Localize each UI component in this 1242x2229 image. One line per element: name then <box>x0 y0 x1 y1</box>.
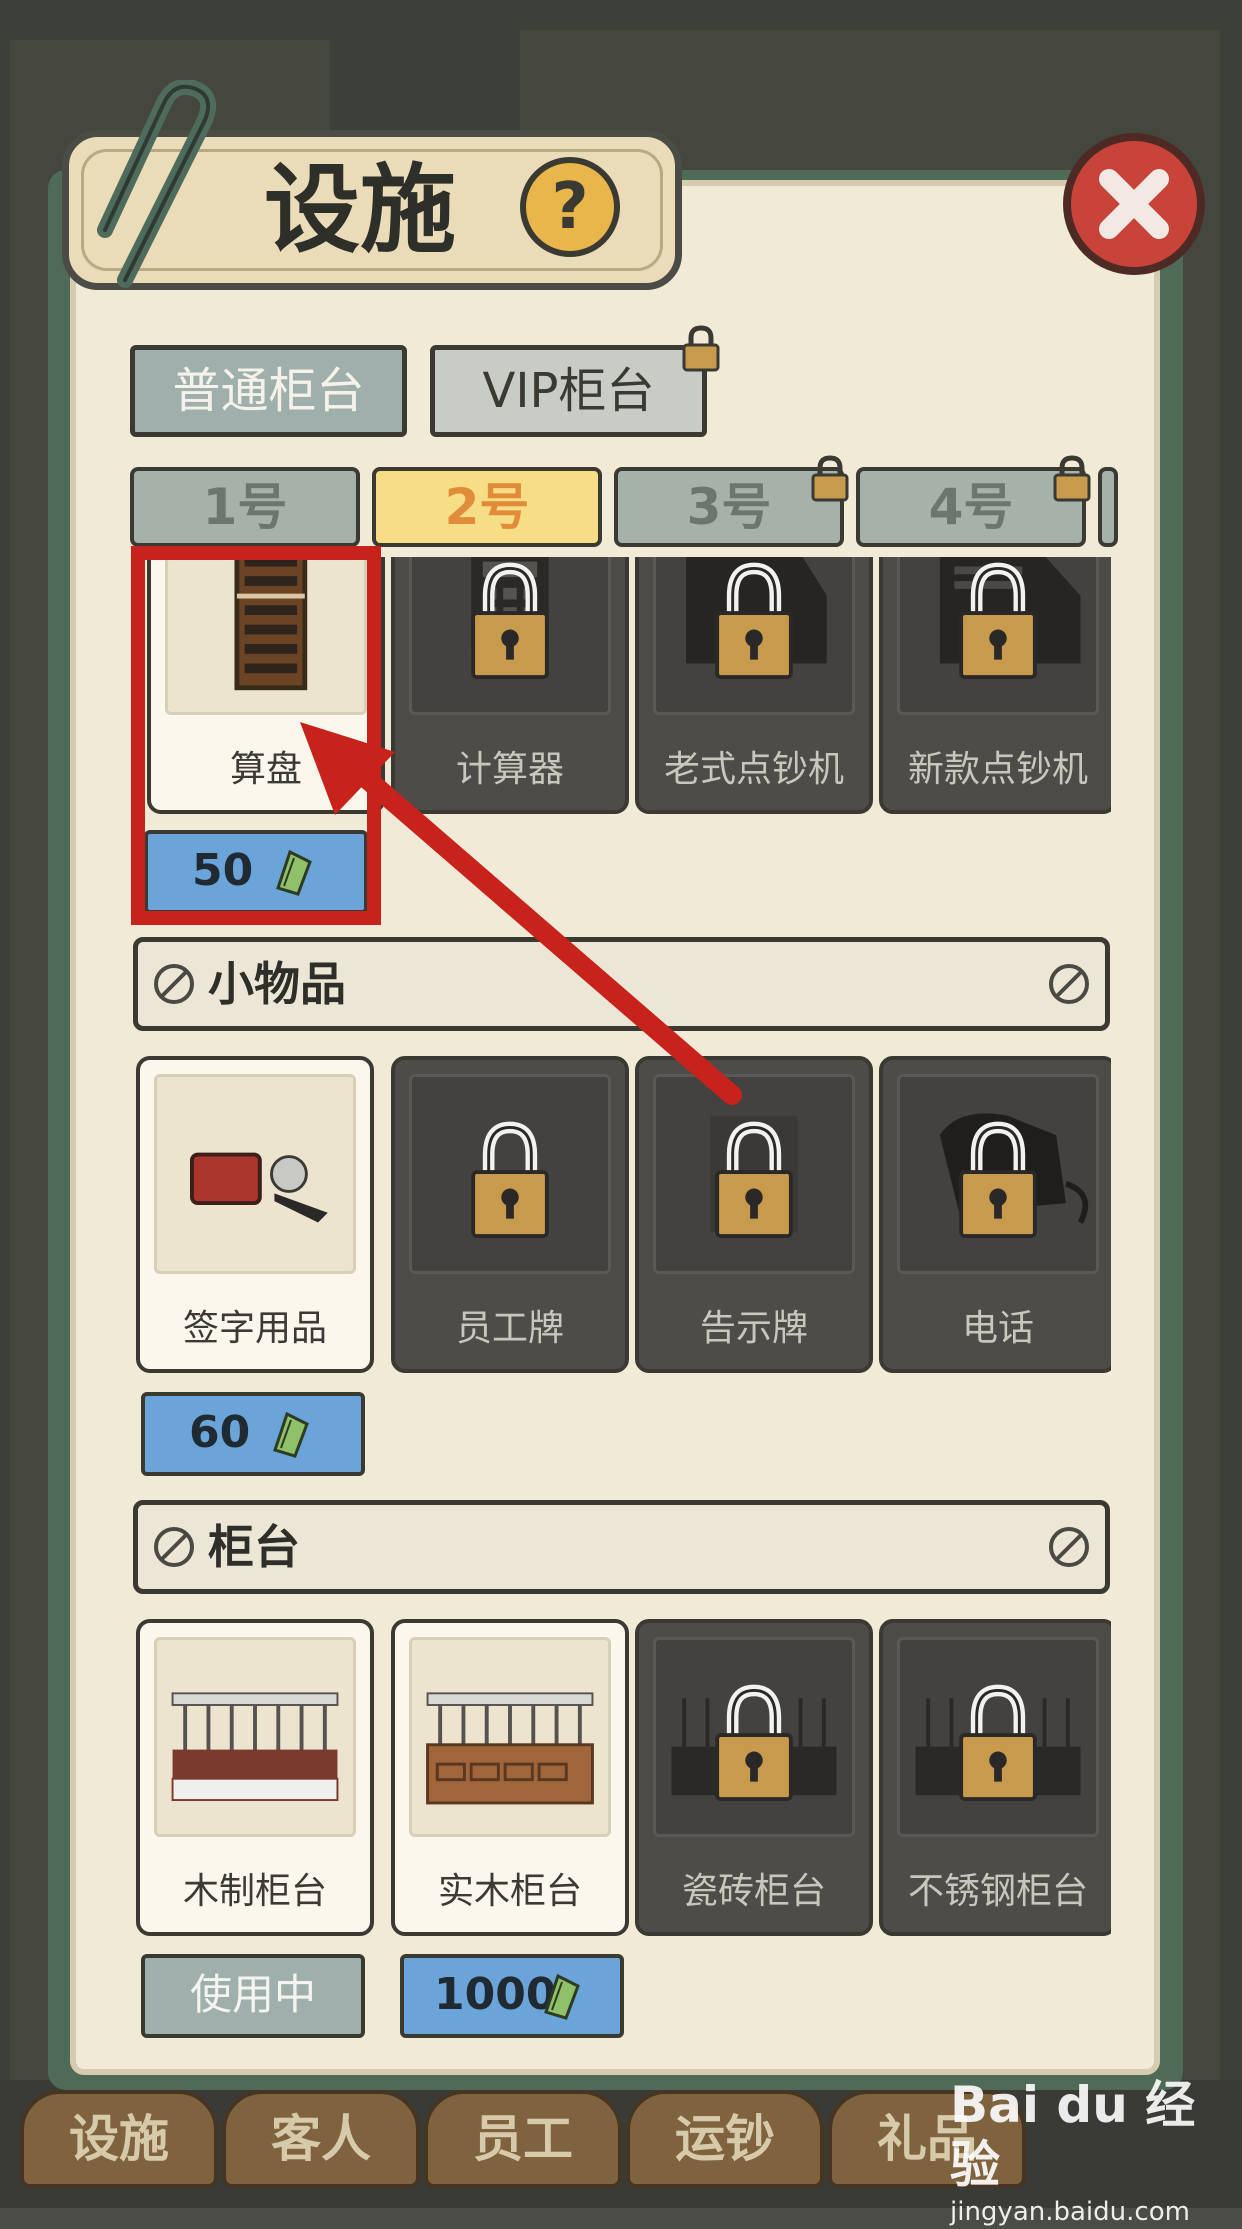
item-thumbnail <box>653 1074 855 1274</box>
item-thumbnail <box>154 1074 356 1274</box>
steel-counter-icon <box>915 1684 1081 1802</box>
item-name: 不锈钢柜台 <box>907 1871 1088 1912</box>
ban-icon <box>1049 964 1089 1004</box>
item-name: 老式点钞机 <box>663 749 844 790</box>
section-header-counters[interactable]: 柜台 <box>133 1500 1110 1594</box>
lock-icon <box>682 325 720 372</box>
tab-counter-2[interactable]: 2号 <box>372 467 602 547</box>
telephone-icon <box>939 1113 1089 1239</box>
item-name: 员工牌 <box>455 1308 564 1349</box>
item-thumbnail <box>897 557 1099 715</box>
item-thumbnail <box>409 1637 611 1837</box>
tab-counter-1[interactable]: 1号 <box>130 467 360 547</box>
page-title: 设施 <box>264 154 456 266</box>
in-use-badge: 使用中 <box>141 1954 365 2038</box>
help-button[interactable]: ? <box>520 157 620 257</box>
watermark-url: jingyan.baidu.com <box>950 2197 1190 2227</box>
item-thumbnail <box>897 1637 1099 1837</box>
item-thumbnail <box>653 1637 855 1837</box>
bottom-tab-staff[interactable]: 员工 <box>424 2090 622 2188</box>
solid-wood-counter-icon <box>426 1692 594 1805</box>
new-money-counter-icon <box>939 557 1081 680</box>
item-card-wooden-counter[interactable]: 木制柜台 <box>136 1619 374 1936</box>
item-card-old-money-counter[interactable]: 老式点钞机 <box>635 557 873 814</box>
signing-supplies-icon <box>190 1152 328 1223</box>
item-card-notice-board[interactable]: 告示牌 <box>635 1056 873 1373</box>
ban-icon <box>1049 1527 1089 1567</box>
item-name: 告示牌 <box>699 1308 808 1349</box>
section-header-small-items[interactable]: 小物品 <box>133 937 1110 1031</box>
tab-counter-5-partial[interactable] <box>1098 467 1118 547</box>
lock-icon <box>811 455 849 502</box>
item-name: 瓷砖柜台 <box>681 1871 826 1912</box>
bottom-tab-facilities[interactable]: 设施 <box>20 2090 218 2188</box>
item-thumbnail <box>897 1074 1099 1274</box>
item-card-signing-supplies[interactable]: 签字用品 <box>136 1056 374 1373</box>
banknote-icon <box>544 1973 580 2020</box>
watermark: Bai du 经验 jingyan.baidu.com <box>950 2075 1230 2227</box>
small-items-row: 签字用品 员工牌 告示牌 电话 <box>133 1056 1111 1376</box>
staff-badge-icon <box>471 1121 549 1239</box>
item-name: 计算器 <box>455 749 564 790</box>
counters-row: 木制柜台 实木柜台 瓷砖柜台 不锈钢柜台 <box>133 1619 1111 1939</box>
section-label: 小物品 <box>208 957 346 1011</box>
price-tag[interactable]: 1000 <box>400 1954 624 2038</box>
tab-vip-counter[interactable]: VIP柜台 <box>430 345 707 437</box>
item-thumbnail <box>409 1074 611 1274</box>
item-name: 新款点钞机 <box>907 749 1088 790</box>
close-icon <box>1099 169 1169 239</box>
item-name: 签字用品 <box>182 1308 327 1349</box>
item-card-telephone[interactable]: 电话 <box>879 1056 1111 1373</box>
item-card-new-money-counter[interactable]: 新款点钞机 <box>879 557 1111 814</box>
watermark-logo: Bai du 经验 <box>950 2076 1196 2194</box>
ban-icon <box>154 964 194 1004</box>
price-value: 60 <box>189 1407 251 1458</box>
item-card-steel-counter[interactable]: 不锈钢柜台 <box>879 1619 1111 1936</box>
item-card-solid-wood-counter[interactable]: 实木柜台 <box>391 1619 629 1936</box>
item-card-staff-badge[interactable]: 员工牌 <box>391 1056 629 1373</box>
item-thumbnail <box>409 557 611 715</box>
price-tag[interactable]: 60 <box>141 1392 365 1476</box>
bottom-tab-guests[interactable]: 客人 <box>222 2090 420 2188</box>
item-card-tile-counter[interactable]: 瓷砖柜台 <box>635 1619 873 1936</box>
section-label: 柜台 <box>208 1520 300 1574</box>
calculator-icon <box>471 557 549 680</box>
notice-board-icon <box>710 1115 798 1239</box>
item-name: 木制柜台 <box>182 1871 327 1912</box>
paper-clip-icon <box>97 80 216 288</box>
tile-counter-icon <box>671 1684 837 1802</box>
close-button[interactable] <box>1063 133 1205 275</box>
item-name: 电话 <box>961 1308 1034 1349</box>
tab-regular-counter[interactable]: 普通柜台 <box>130 345 407 437</box>
item-name: 实木柜台 <box>437 1871 582 1912</box>
item-thumbnail <box>154 1637 356 1837</box>
ban-icon <box>154 1527 194 1567</box>
banknote-icon <box>273 1411 309 1458</box>
item-thumbnail <box>653 557 855 715</box>
wooden-counter-icon <box>171 1692 339 1802</box>
lock-icon <box>1053 455 1091 502</box>
highlight-box <box>131 546 381 925</box>
item-card-calculator[interactable]: 计算器 <box>391 557 629 814</box>
old-money-counter-icon <box>686 557 827 680</box>
bottom-tab-cash-transport[interactable]: 运钞 <box>626 2090 824 2188</box>
